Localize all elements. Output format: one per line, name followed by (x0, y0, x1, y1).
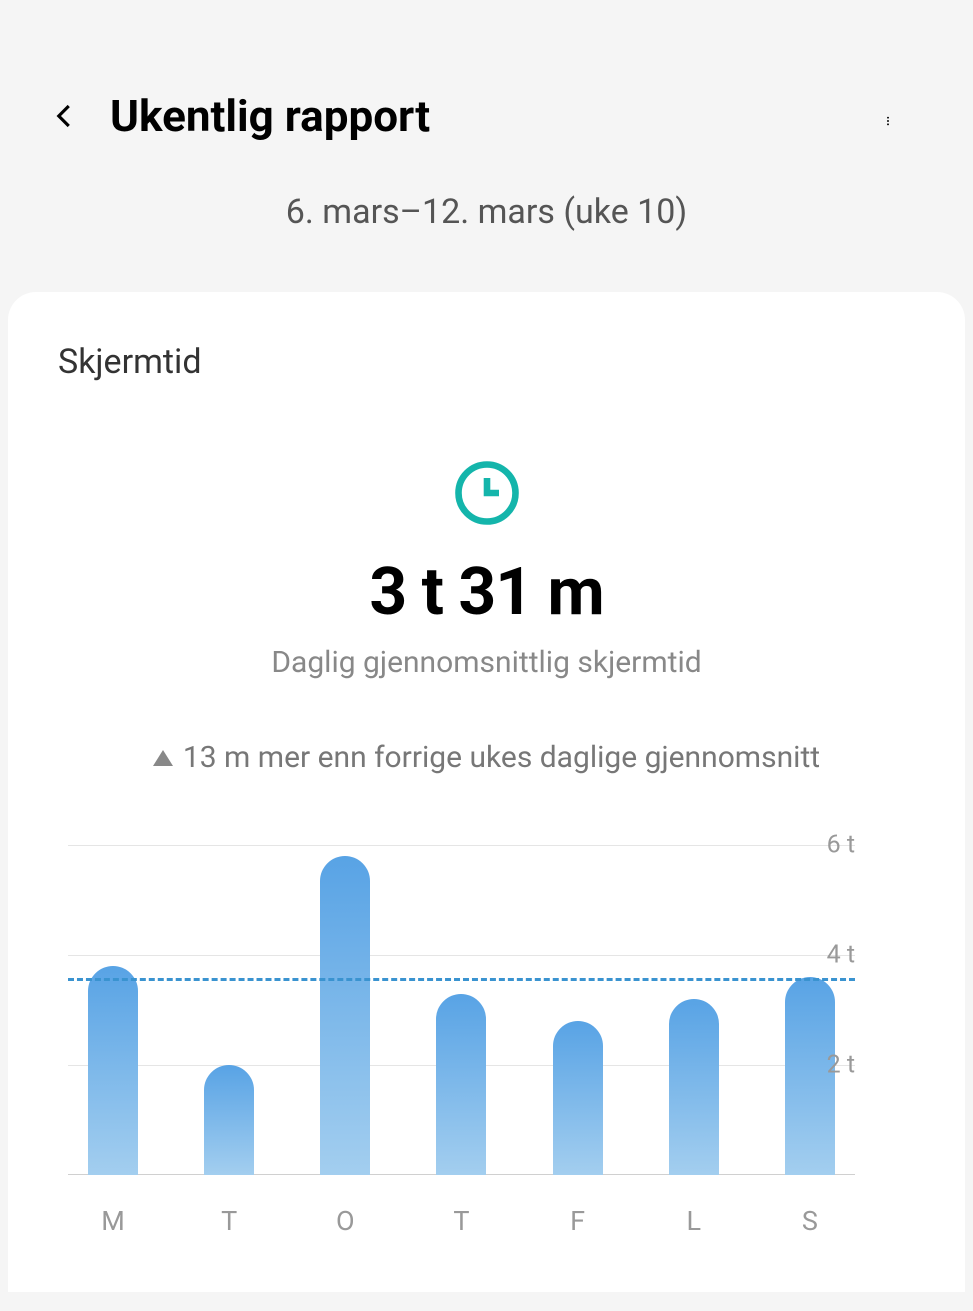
chart-x-label: O (328, 1205, 362, 1237)
chart-x-labels: MTOTFLS (68, 1205, 855, 1237)
date-range: 6. mars–12. mars (uke 10) (0, 192, 973, 232)
screentime-card: Skjermtid 3 t 31 m Daglig gjennomsnittli… (8, 292, 965, 1292)
chart-bar (553, 1021, 603, 1175)
triangle-up-icon (153, 750, 173, 766)
clock-icon (8, 457, 965, 529)
chart-bar (669, 999, 719, 1175)
chart-x-label: L (677, 1205, 711, 1237)
average-time-value: 3 t 31 m (8, 554, 965, 631)
chart-bar (320, 856, 370, 1175)
chart-bar (436, 994, 486, 1176)
average-time-subtitle: Daglig gjennomsnittlig skjermtid (8, 645, 965, 680)
chart-average-line (68, 978, 855, 981)
chart-bar (204, 1065, 254, 1175)
chart-x-label: M (96, 1205, 130, 1237)
section-title: Skjermtid (8, 342, 965, 382)
back-icon[interactable] (50, 101, 80, 131)
chart-y-label: 6 t (827, 831, 855, 860)
screentime-chart: 2 t4 t6 t MTOTFLS (8, 845, 965, 1237)
chart-x-label: T (444, 1205, 478, 1237)
chart-bars (88, 845, 835, 1175)
chart-bar (88, 966, 138, 1175)
chart-grid: 2 t4 t6 t (68, 845, 855, 1175)
chart-y-label: 2 t (827, 1051, 855, 1080)
more-icon[interactable] (883, 101, 913, 131)
comparison-text: 13 m mer enn forrige ukes daglige gjenno… (183, 740, 820, 775)
chart-x-label: T (212, 1205, 246, 1237)
chart-x-label: F (561, 1205, 595, 1237)
header: Ukentlig rapport (0, 0, 973, 192)
chart-y-labels: 2 t4 t6 t (805, 845, 855, 1175)
chart-y-label: 4 t (827, 941, 855, 970)
comparison-row: 13 m mer enn forrige ukes daglige gjenno… (8, 740, 965, 775)
chart-x-label: S (793, 1205, 827, 1237)
page-title: Ukentlig rapport (110, 90, 883, 142)
